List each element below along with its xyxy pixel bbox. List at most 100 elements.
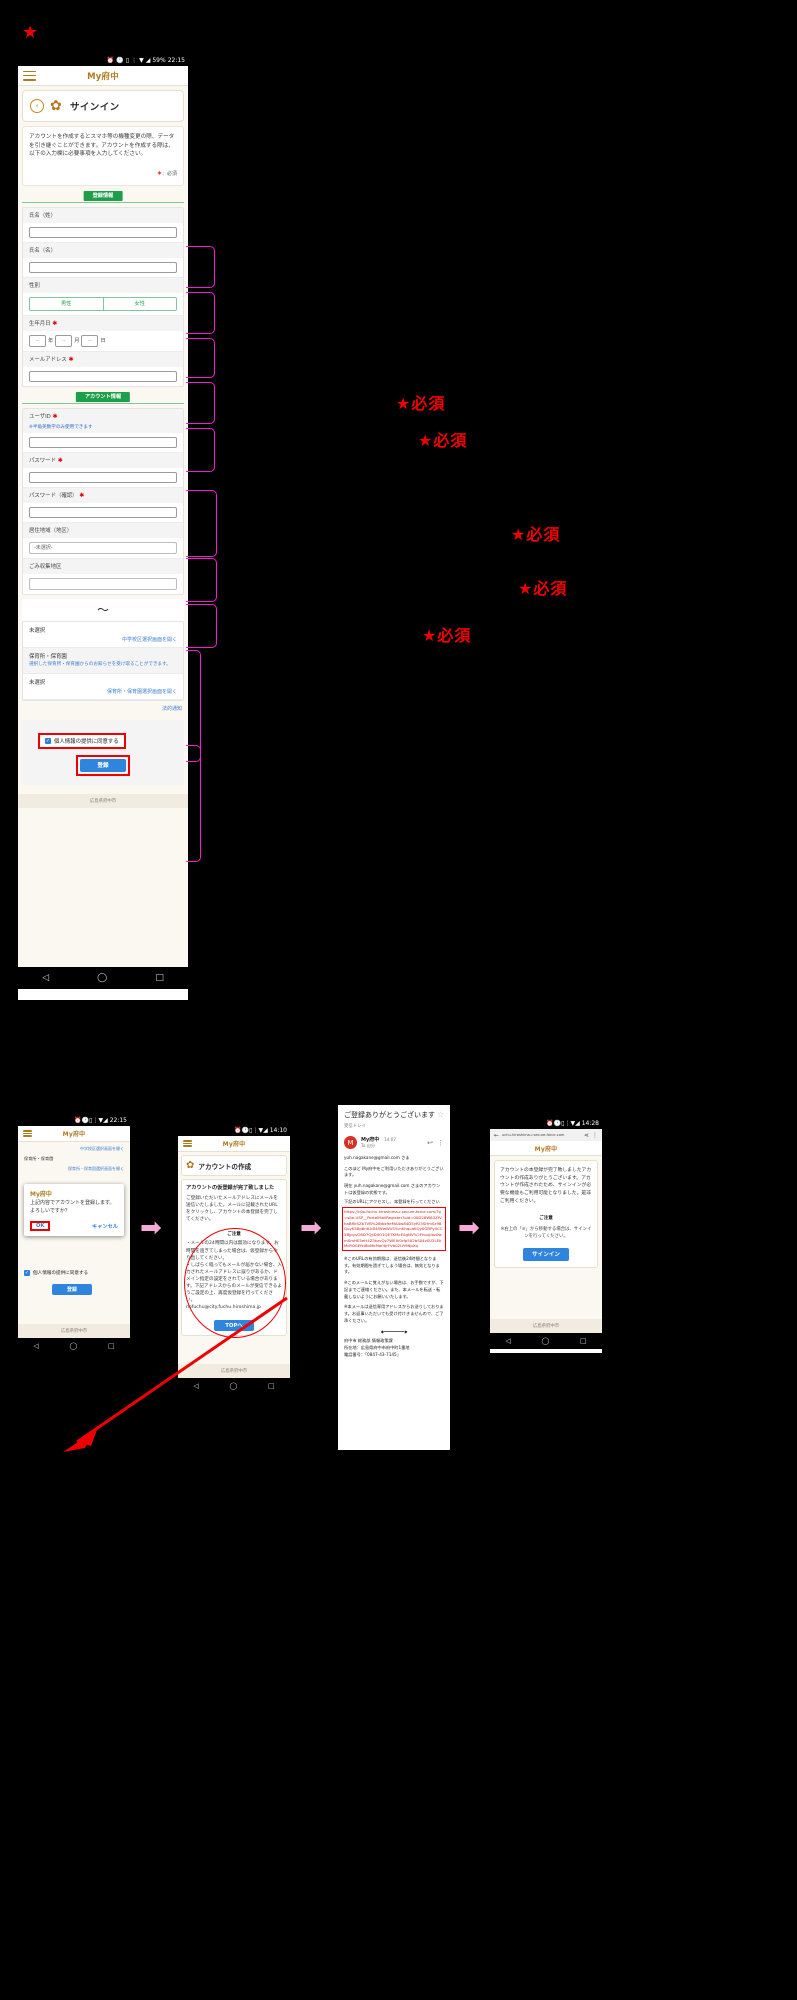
decorative-star-top: ★ <box>22 22 39 43</box>
legal-notice-link[interactable]: 法的通知 <box>18 705 182 712</box>
page-body: ‹ ✿ サインイン アカウントを作成するとスマホ等の機種変更の際、データを引き継… <box>18 86 188 967</box>
school-select-link[interactable]: 中学校区選択画面を開く <box>29 636 177 643</box>
star-icon[interactable]: ☆ <box>437 1110 444 1119</box>
step4-content-card: アカウントの本登録が完了致しましたアカウントの作成ありがとうございます。アカウン… <box>494 1160 598 1268</box>
gmail-subject-block: ご登録ありがとうございます 受信トレイ <box>344 1110 435 1129</box>
area-select[interactable]: -未選択- <box>29 541 177 554</box>
bracket-gender <box>186 338 215 378</box>
agree-section: ✓ 個人情報の提供に同意する 登録 <box>22 719 184 785</box>
reply-icon[interactable]: ↩ <box>427 1139 433 1147</box>
step1-agree-row: ✓ 個人情報の提供に同意する <box>24 1270 88 1276</box>
password-input[interactable] <box>29 471 177 483</box>
red-pointer-arrow <box>63 1296 288 1452</box>
page-title: サインイン <box>70 102 120 113</box>
field-area-label: 居住地域（地区） <box>23 522 183 538</box>
field-firstname: 氏名（名） <box>23 242 183 278</box>
step4-nav-back-icon[interactable]: ◁ <box>505 1337 510 1345</box>
nav-back-icon[interactable]: ◁ <box>42 973 49 983</box>
annotation-required-email: ★必須 <box>418 431 468 450</box>
gmail-from: My府中 14:07 <box>361 1136 423 1143</box>
garbage-select[interactable] <box>29 577 177 590</box>
register-info-card: 氏名（姓） 氏名（名） 性別 男性 女性 生年月日 ✱ -- 年 -- 月 --… <box>22 206 184 387</box>
gmail-sender-block: My府中 14:07 To 自分 <box>361 1136 423 1149</box>
step4-body: アカウントの本登録が完了致しましたアカウントの作成ありがとうございます。アカウン… <box>490 1156 602 1333</box>
dob-day-input[interactable]: -- <box>81 334 99 347</box>
gear-icon: ✿ <box>186 1160 195 1171</box>
register-button[interactable]: 登録 <box>80 758 126 772</box>
field-area: 居住地域（地区） -未選択- <box>23 522 183 559</box>
dialog-ok-button[interactable]: OK <box>36 1223 44 1229</box>
step4-nav-home-icon[interactable]: ◯ <box>541 1337 549 1345</box>
step2-heading: アカウントの作成 <box>198 1162 252 1171</box>
gender-male-option[interactable]: 男性 <box>29 296 104 311</box>
required-legend: ＊：必須 <box>29 170 177 177</box>
browser-url[interactable]: uchu-hiroshima-r.secure.force.com <box>502 1133 581 1137</box>
step2-body-text: ご登録いただいたメールアドレスにメールを送信いたしました。メールに記載されたUR… <box>186 1196 278 1223</box>
nursery-value: 未選択 <box>29 679 46 686</box>
field-garbage: ごみ収集地区 <box>23 558 183 594</box>
firstname-input[interactable] <box>29 261 177 273</box>
step4-status-bar: ⏰🕐▯⋮▼◢ 14:28 <box>490 1118 602 1129</box>
browser-back-icon[interactable]: ← <box>494 1132 499 1139</box>
register-highlight: 登録 <box>76 754 130 776</box>
status-time: 22:15 <box>167 56 185 64</box>
avatar: M <box>344 1136 357 1149</box>
back-icon[interactable]: ‹ <box>30 99 44 113</box>
annotation-required-password-confirm: ★必須 <box>422 626 472 645</box>
dob-label-text: 生年月日 <box>29 321 51 328</box>
gmail-body-3: 下記のURLにアクセスし、本登録を行ってください <box>344 1198 440 1204</box>
password-label-text: パスワード <box>29 458 56 465</box>
email-input[interactable] <box>29 370 177 382</box>
step1-bg-link1[interactable]: 中学校区選択画面を開く <box>18 1142 130 1152</box>
gmail-sender-suffix: さま <box>401 1155 410 1160</box>
main-phone-screenshot: ⏰ 🕐 ▯ ⋮ ▼ ◢ 59% 22:15 My府中 ‹ ✿ サインイン アカウ… <box>18 55 188 1000</box>
gender-female-option[interactable]: 女性 <box>103 296 177 311</box>
password-confirm-input[interactable] <box>29 506 177 518</box>
dob-inputs: -- 年 -- 月 -- 日 <box>23 331 183 351</box>
nav-recents-icon[interactable]: □ <box>155 973 164 983</box>
nursery-description: 選択した保育所・保育園からのお知らせを受け取ることができます。 <box>29 661 171 667</box>
step4-nav-recents-icon[interactable]: □ <box>580 1337 587 1345</box>
dob-month-input[interactable]: -- <box>55 334 73 347</box>
dob-year-input[interactable]: -- <box>29 334 46 347</box>
nursery-header-row: 保育所・保育園 選択した保育所・保育園からのお知らせを受け取ることができます。 <box>23 647 183 674</box>
step1-agree-checkbox[interactable]: ✓ <box>24 1270 30 1276</box>
school-value: 未選択 <box>29 627 46 634</box>
bracket-firstname <box>186 292 215 334</box>
dialog-cancel-button[interactable]: キャンセル <box>92 1223 118 1230</box>
step1-time: 22:15 <box>109 1116 127 1124</box>
step1-bg-link3[interactable]: 保育所・保育園選択画面を開く <box>18 1162 130 1172</box>
lastname-input[interactable] <box>29 226 177 238</box>
step4-signin-button[interactable]: サインイン <box>523 1247 569 1261</box>
step4-time: 14:28 <box>581 1119 599 1127</box>
nursery-select-link[interactable]: 保育所・保育園選択画面を開く <box>29 688 177 695</box>
userid-required-asterisk: ✱ <box>52 413 58 421</box>
field-firstname-label: 氏名（名） <box>23 242 183 258</box>
arrow-step2-to-step3: ➡ <box>300 1213 322 1243</box>
alarm-icon: ⏰ <box>106 56 115 64</box>
userid-input[interactable] <box>29 436 177 448</box>
gmail-from-time: 14:07 <box>384 1137 397 1142</box>
school-nursery-card: 未選択 中学校区選択画面を開く 保育所・保育園 選択した保育所・保育園からのお知… <box>22 620 184 701</box>
dob-required-asterisk: ✱ <box>52 320 58 328</box>
required-legend-text: ：必須 <box>161 170 177 177</box>
step1-nav-back-icon[interactable]: ◁ <box>33 1342 38 1350</box>
step4-footer: 広島県府中市 <box>490 1319 602 1333</box>
app-title: My府中 <box>87 71 119 82</box>
step4-nav-bar: ◁ ◯ □ <box>490 1333 602 1349</box>
status-bar: ⏰ 🕐 ▯ ⋮ ▼ ◢ 59% 22:15 <box>18 55 188 66</box>
password-confirm-label-text: パスワード（確認） <box>29 493 78 500</box>
agree-checkbox[interactable]: ✓ <box>45 737 51 744</box>
gmail-sign-1: 府中市 総務部 情報政策課 <box>344 1338 393 1344</box>
gmail-url-block: https://c0p-fuchu.hiroshima-r.secure.for… <box>342 1207 446 1251</box>
more-options-icon[interactable]: ⋮ <box>437 1139 444 1147</box>
browser-more-icon[interactable]: ⋮ <box>592 1132 598 1139</box>
step2-icons: ⏰🕐▯⋮▼◢ <box>234 1126 268 1134</box>
annotation-required-userid: ★必須 <box>511 525 561 544</box>
section-label-account: アカウント情報 <box>75 391 131 402</box>
nav-home-icon[interactable]: ◯ <box>97 973 107 983</box>
field-password-confirm: パスワード（確認） ✱ <box>23 487 183 523</box>
share-icon[interactable]: ⋖ <box>584 1132 589 1139</box>
gmail-divider: ◆━━━━━━━━◆ <box>380 1329 408 1335</box>
step2-subheading: アカウントの仮登録が完了致しました <box>186 1185 275 1191</box>
